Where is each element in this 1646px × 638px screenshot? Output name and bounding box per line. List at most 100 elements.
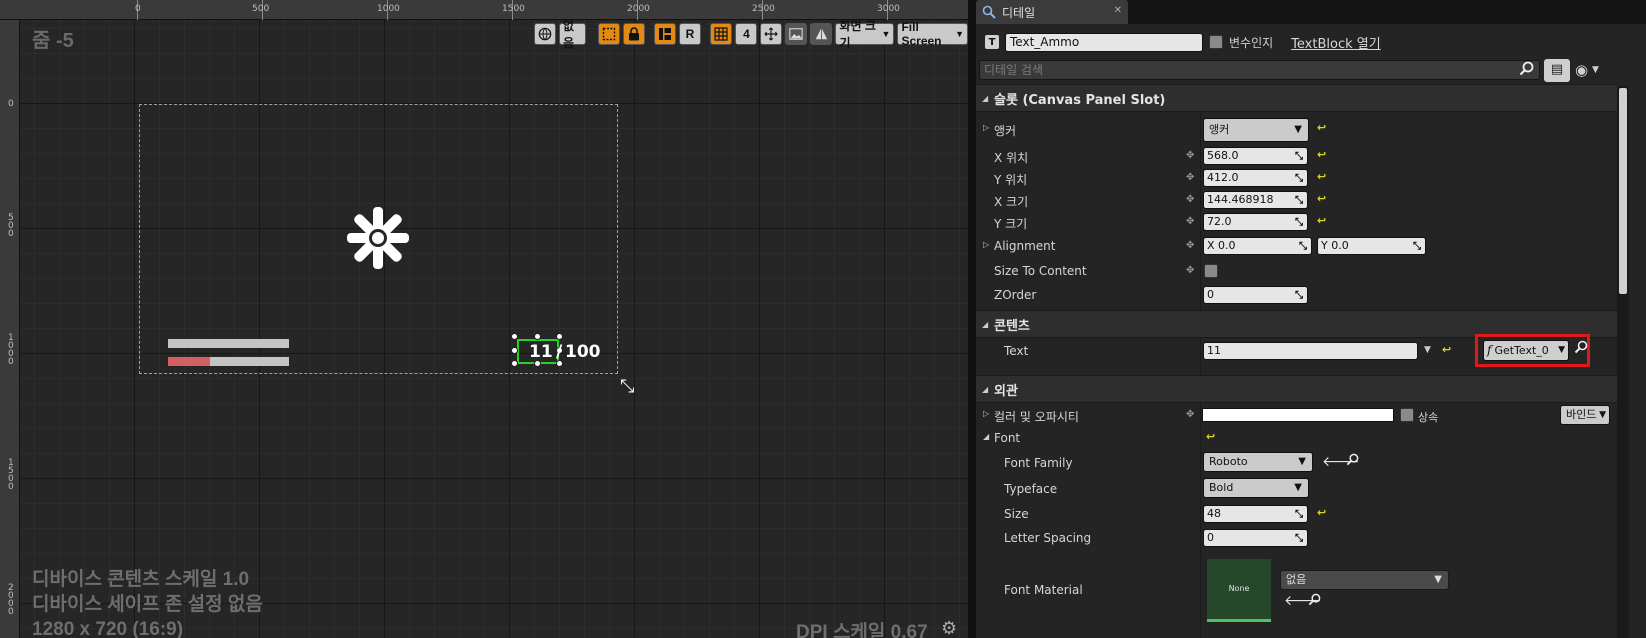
localization-globe-button[interactable] xyxy=(534,23,556,45)
pin-icon[interactable]: ✥ xyxy=(1186,240,1194,251)
select-outline-button[interactable] xyxy=(597,23,620,45)
typeface-dropdown[interactable]: Bold ▼ xyxy=(1203,478,1309,498)
reset-to-default-icon[interactable]: ↩ xyxy=(1317,214,1326,227)
pin-icon[interactable]: ✥ xyxy=(1186,265,1194,276)
reset-to-default-icon[interactable]: ↩ xyxy=(1317,148,1326,161)
ammo-max-text[interactable]: 100 xyxy=(565,342,601,362)
size-x-field[interactable]: 144.468918 ⤡ xyxy=(1203,191,1308,209)
scrollbar-thumb[interactable] xyxy=(1619,88,1627,294)
close-icon[interactable]: ✕ xyxy=(1114,5,1122,16)
lock-button[interactable] xyxy=(622,23,645,45)
details-search-input[interactable]: 디테일 검색 xyxy=(979,60,1540,80)
position-y-field[interactable]: 412.0 ⤡ xyxy=(1203,169,1308,187)
is-variable-checkbox[interactable] xyxy=(1209,35,1223,49)
reset-to-default-icon[interactable]: ↩ xyxy=(1206,430,1215,443)
fill-screen-dropdown[interactable]: Fill Screen ▼ xyxy=(897,20,968,48)
lock-icon xyxy=(628,27,639,41)
reset-to-default-icon[interactable]: ↩ xyxy=(1317,170,1326,183)
pin-icon[interactable]: ✥ xyxy=(1186,409,1194,420)
designer-canvas[interactable]: 0 500 1000 1500 2000 2500 3000 0 500 100… xyxy=(0,0,968,638)
field-value: 0 xyxy=(1207,288,1214,301)
font-size-field[interactable]: 48 ⤡ xyxy=(1203,505,1308,523)
section-title: 콘텐츠 xyxy=(994,318,1030,334)
color-opacity-swatch[interactable] xyxy=(1202,408,1394,422)
prop-position-y: Y 위치 ✥ 412.0 ⤡ ↩ xyxy=(976,167,1617,189)
background-image-button[interactable] xyxy=(785,23,808,45)
size-y-field[interactable]: 72.0 ⤡ xyxy=(1203,213,1308,231)
font-material-thumbnail[interactable]: None xyxy=(1207,559,1271,622)
grid-snap-toggle[interactable] xyxy=(710,23,733,45)
function-icon: f xyxy=(1487,343,1492,357)
property-matrix-button[interactable]: ▤ xyxy=(1544,59,1570,82)
details-scrollbar[interactable] xyxy=(1617,86,1629,638)
layout-mode-button[interactable] xyxy=(654,23,676,45)
open-textblock-link[interactable]: TextBlock 열기 xyxy=(1291,33,1381,52)
font-material-dropdown[interactable]: 없음 ▼ xyxy=(1280,570,1449,590)
eye-icon[interactable]: ◉ xyxy=(1575,61,1588,79)
inherit-checkbox[interactable] xyxy=(1400,408,1414,422)
perspective-icon xyxy=(816,28,828,40)
stamina-bar[interactable] xyxy=(168,339,289,348)
alignment-x-field[interactable]: X 0.0 ⤡ xyxy=(1203,237,1312,255)
text-binding-dropdown[interactable]: f GetText_0 ▼ xyxy=(1483,340,1569,361)
resize-handle[interactable] xyxy=(556,333,563,340)
chevron-down-icon[interactable]: ▼ xyxy=(1592,65,1599,75)
browse-search-icon[interactable] xyxy=(1308,593,1321,610)
browse-search-icon[interactable] xyxy=(1346,453,1359,470)
alignment-y-field[interactable]: Y 0.0 ⤡ xyxy=(1317,237,1426,255)
pin-icon[interactable]: ✥ xyxy=(1186,150,1194,161)
size-to-content-checkbox[interactable] xyxy=(1204,264,1218,278)
expand-triangle-icon[interactable]: ▷ xyxy=(983,123,989,132)
prop-label: Font xyxy=(994,431,1021,445)
reset-to-default-icon[interactable]: ↩ xyxy=(1317,506,1326,519)
resize-handle[interactable] xyxy=(534,333,541,340)
prop-label: Y 크기 xyxy=(994,217,1028,231)
crosshair-image[interactable] xyxy=(345,205,411,271)
canvas-resize-icon[interactable]: ⤡ xyxy=(620,376,634,397)
chevron-down-icon: ▼ xyxy=(1558,345,1565,355)
prop-zorder: ZOrder 0 ⤡ xyxy=(976,284,1617,306)
grid-snap-value-dropdown[interactable]: 4 xyxy=(735,23,758,45)
chevron-down-icon: ▼ xyxy=(881,29,891,39)
position-x-field[interactable]: 568.0 ⤡ xyxy=(1203,147,1308,165)
reset-to-default-icon[interactable]: ↩ xyxy=(1442,343,1451,356)
ruler-label: 500 xyxy=(252,4,270,14)
browse-binding-search-icon[interactable] xyxy=(1574,340,1588,358)
ammo-current-text[interactable]: 11 xyxy=(529,342,553,362)
tab-details[interactable]: 디테일 ✕ xyxy=(976,0,1128,24)
section-slot-header[interactable]: ◢ 슬롯 (Canvas Panel Slot) xyxy=(976,84,1617,112)
bind-dropdown-button[interactable]: 바인드 ▼ xyxy=(1560,405,1610,425)
respect-locks-r-button[interactable]: R xyxy=(679,23,701,45)
search-icon[interactable] xyxy=(1519,61,1534,80)
transform-widget-button[interactable] xyxy=(760,23,783,45)
resize-handle[interactable] xyxy=(511,333,518,340)
widget-name-input[interactable]: Text_Ammo xyxy=(1005,32,1203,52)
reset-to-default-icon[interactable]: ↩ xyxy=(1317,121,1326,134)
gear-icon[interactable]: ⚙ xyxy=(941,618,957,638)
resize-handle[interactable] xyxy=(511,360,518,367)
section-appearance-header[interactable]: ◢ 외관 xyxy=(976,375,1617,403)
resize-handle[interactable] xyxy=(511,347,518,354)
localization-preview-dropdown[interactable]: 없음 xyxy=(559,19,587,50)
reset-to-default-icon[interactable]: ↩ xyxy=(1317,192,1326,205)
expand-triangle-icon[interactable]: ▷ xyxy=(983,240,989,249)
collapse-triangle-icon[interactable]: ◢ xyxy=(983,432,989,441)
anchor-dropdown[interactable]: 앵커 ▼ xyxy=(1203,118,1309,142)
collapse-triangle-icon: ◢ xyxy=(982,384,989,394)
prop-anchor: ▷ 앵커 앵커 ▼ ↩ xyxy=(976,118,1617,142)
panel-splitter[interactable] xyxy=(968,0,976,638)
font-family-dropdown[interactable]: Roboto ▼ xyxy=(1203,452,1313,472)
pin-icon[interactable]: ✥ xyxy=(1186,216,1194,227)
health-bar[interactable] xyxy=(168,357,289,366)
ammo-slash-text[interactable]: / xyxy=(556,342,562,362)
perspective-toggle-button[interactable] xyxy=(810,23,833,45)
expand-triangle-icon[interactable]: ▷ xyxy=(983,409,989,418)
chevron-down-icon[interactable]: ▼ xyxy=(1424,345,1431,355)
text-value-field[interactable]: 11 xyxy=(1203,342,1418,360)
drag-handle-icon: ⤡ xyxy=(1413,241,1421,252)
letter-spacing-field[interactable]: 0 ⤡ xyxy=(1203,529,1308,547)
pin-icon[interactable]: ✥ xyxy=(1186,172,1194,183)
screen-size-dropdown[interactable]: 화면 크기 ▼ xyxy=(835,19,895,50)
zorder-field[interactable]: 0 ⤡ xyxy=(1203,286,1308,304)
pin-icon[interactable]: ✥ xyxy=(1186,194,1194,205)
